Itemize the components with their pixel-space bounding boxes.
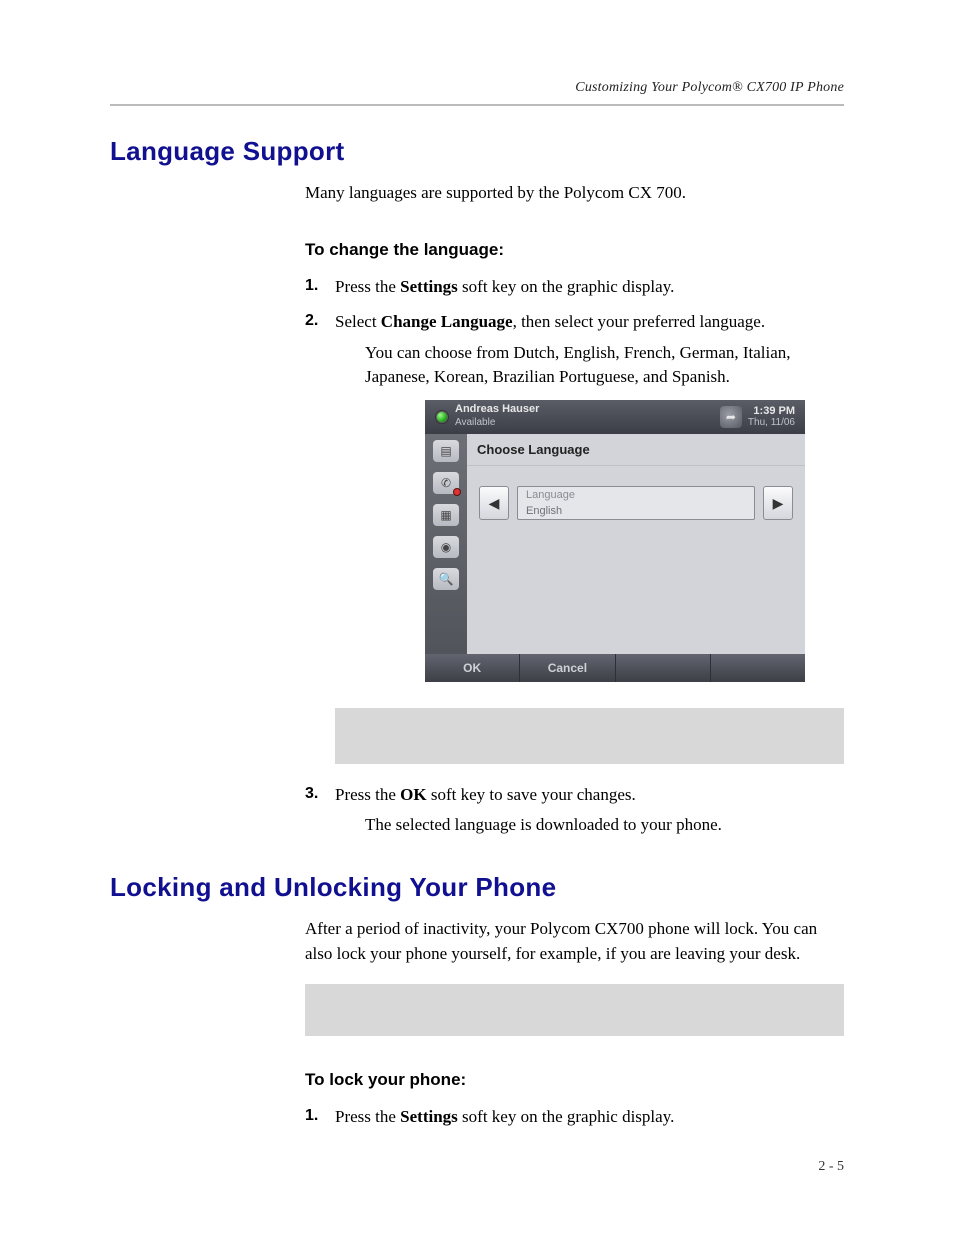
language-next-button[interactable]: ▶: [763, 486, 793, 520]
step-text: Press the Settings soft key on the graph…: [335, 277, 674, 296]
softkey-ok[interactable]: OK: [425, 654, 520, 682]
locking-intro: After a period of inactivity, your Polyc…: [305, 917, 844, 966]
phone-softkey-bar: OK Cancel: [425, 654, 805, 682]
step-text: Press the Settings soft key on the graph…: [335, 1107, 674, 1126]
step-number: 2.: [305, 309, 318, 333]
heading-language-support: Language Support: [110, 136, 844, 167]
language-prev-button[interactable]: ◀: [479, 486, 509, 520]
step-number: 1.: [305, 1104, 318, 1128]
note-placeholder-2: [305, 984, 844, 1036]
softkey-cancel[interactable]: Cancel: [520, 654, 615, 682]
contacts-icon[interactable]: ▤: [433, 440, 459, 462]
step-2: 2. Select Change Language, then select y…: [305, 309, 844, 764]
subhead-change-language: To change the language:: [305, 240, 844, 260]
phone-screenshot: Andreas Hauser Available ➦ 1:39 PM Thu, …: [425, 400, 805, 682]
softkey-blank-1: [616, 654, 711, 682]
intro-paragraph: Many languages are supported by the Poly…: [305, 181, 844, 206]
language-field-value: English: [526, 503, 746, 520]
note-placeholder-1: [335, 708, 844, 764]
phone-user-name: Andreas Hauser: [455, 404, 539, 415]
search-icon[interactable]: 🔍: [433, 568, 459, 590]
phone-sidebar: ▤ ✆ ▦ ◉ 🔍: [425, 434, 467, 654]
calls-icon[interactable]: ✆: [433, 472, 459, 494]
phone-date: Thu, 11/06: [748, 417, 795, 428]
language-field[interactable]: Language English: [517, 486, 755, 520]
lock-step-1: 1. Press the Settings soft key on the gr…: [305, 1104, 844, 1130]
step-number: 1.: [305, 274, 318, 298]
page-header-right: Customizing Your Polycom® CX700 IP Phone: [110, 80, 844, 96]
step-3-note: The selected language is downloaded to y…: [365, 813, 844, 838]
settings-icon[interactable]: ◉: [433, 536, 459, 558]
page-number: 2 - 5: [818, 1159, 844, 1175]
phone-presence-text: Available: [455, 415, 539, 430]
step-1: 1. Press the Settings soft key on the gr…: [305, 274, 844, 300]
phone-status-bar: Andreas Hauser Available ➦ 1:39 PM Thu, …: [425, 400, 805, 434]
softkey-blank-2: [711, 654, 805, 682]
step-2-note: You can choose from Dutch, English, Fren…: [365, 341, 844, 390]
step-number: 3.: [305, 782, 318, 806]
phone-screen-title: Choose Language: [467, 434, 805, 467]
heading-locking: Locking and Unlocking Your Phone: [110, 872, 844, 903]
header-divider: [110, 104, 844, 106]
voicemail-icon[interactable]: ▦: [433, 504, 459, 526]
subhead-lock-phone: To lock your phone:: [305, 1070, 844, 1090]
phone-time: 1:39 PM: [748, 405, 795, 417]
presence-icon: [435, 410, 449, 424]
step-text: Select Change Language, then select your…: [335, 312, 765, 331]
call-forward-icon: ➦: [720, 406, 742, 428]
step-3: 3. Press the OK soft key to save your ch…: [305, 782, 844, 838]
step-text: Press the OK soft key to save your chang…: [335, 785, 636, 804]
language-field-label: Language: [526, 487, 746, 504]
